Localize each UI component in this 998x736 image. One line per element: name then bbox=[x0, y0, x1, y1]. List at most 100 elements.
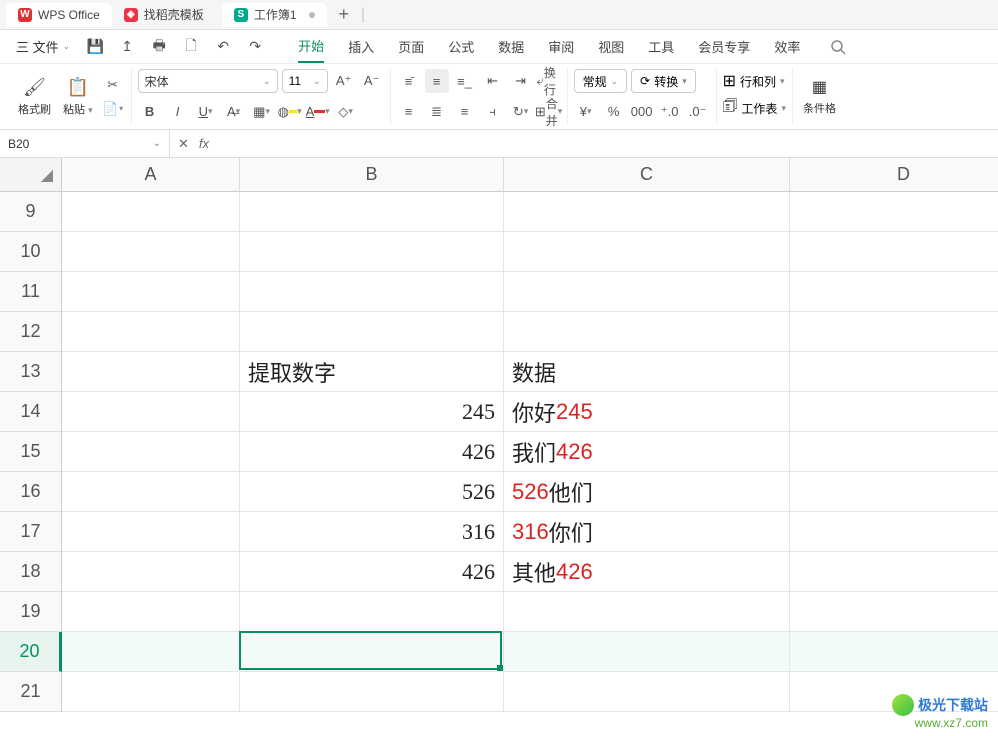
new-tab-button[interactable]: + bbox=[327, 4, 362, 25]
tab-close-icon[interactable] bbox=[309, 12, 315, 18]
cell-B9[interactable] bbox=[240, 192, 504, 232]
tab-efficiency[interactable]: 效率 bbox=[774, 31, 800, 62]
cell-B20[interactable] bbox=[240, 632, 504, 672]
cell-D12[interactable] bbox=[790, 312, 998, 352]
cell-A9[interactable] bbox=[62, 192, 240, 232]
tab-insert[interactable]: 插入 bbox=[348, 31, 374, 62]
col-header-C[interactable]: C bbox=[504, 158, 790, 192]
cell-B10[interactable] bbox=[240, 232, 504, 272]
cell-B13[interactable]: 提取数字 bbox=[240, 352, 504, 392]
undo-icon[interactable]: ↶ bbox=[210, 34, 236, 60]
tab-tools[interactable]: 工具 bbox=[648, 31, 674, 62]
dec-decimal-icon[interactable]: .0⁻ bbox=[686, 100, 710, 124]
preview-icon[interactable]: 🗋 bbox=[178, 34, 204, 60]
cell-B15[interactable]: 426 bbox=[240, 432, 504, 472]
wrap-button[interactable]: ⤶ 换行 bbox=[537, 69, 561, 93]
indent-dec-icon[interactable]: ⇤ bbox=[481, 69, 505, 93]
cell-B14[interactable]: 245 bbox=[240, 392, 504, 432]
increase-font-icon[interactable]: A⁺ bbox=[332, 69, 356, 93]
name-box[interactable]: B20 ⌄ bbox=[0, 130, 170, 157]
tab-data[interactable]: 数据 bbox=[498, 31, 524, 62]
cell-D14[interactable] bbox=[790, 392, 998, 432]
export-icon[interactable]: ↥ bbox=[114, 34, 140, 60]
tab-formula[interactable]: 公式 bbox=[448, 31, 474, 62]
cell-C11[interactable] bbox=[504, 272, 790, 312]
cell-D11[interactable] bbox=[790, 272, 998, 312]
tab-view[interactable]: 视图 bbox=[598, 31, 624, 62]
row-header-11[interactable]: 11 bbox=[0, 272, 62, 312]
cell-C9[interactable] bbox=[504, 192, 790, 232]
font-size-select[interactable]: 11⌄ bbox=[282, 69, 328, 93]
cell-C13[interactable]: 数据 bbox=[504, 352, 790, 392]
file-menu[interactable]: 三 文件⌄ bbox=[10, 37, 76, 56]
fx-icon[interactable]: fx bbox=[199, 136, 209, 151]
border-icon[interactable]: ▦▾ bbox=[250, 100, 274, 124]
cell-area[interactable]: 提取数字数据245你好245426我们426526526他们316316你们42… bbox=[62, 192, 998, 712]
row-header-9[interactable]: 9 bbox=[0, 192, 62, 232]
cell-C14[interactable]: 你好245 bbox=[504, 392, 790, 432]
convert-button[interactable]: ⟳ 转换▾ bbox=[631, 69, 696, 93]
cell-A10[interactable] bbox=[62, 232, 240, 272]
col-header-D[interactable]: D bbox=[790, 158, 998, 192]
app-tab-template[interactable]: ◈ 找稻壳模板 bbox=[112, 3, 216, 27]
italic-icon[interactable]: I bbox=[166, 100, 190, 124]
percent-icon[interactable]: % bbox=[602, 100, 626, 124]
font-color-icon[interactable]: A▾ bbox=[306, 100, 330, 124]
inc-decimal-icon[interactable]: ⁺.0 bbox=[658, 100, 682, 124]
select-all-corner[interactable]: ◢ bbox=[0, 158, 62, 192]
rowcol-button[interactable]: ⊞行和列▾ bbox=[723, 71, 786, 91]
spreadsheet-grid[interactable]: ◢ ABCD 9101112131415161718192021 提取数字数据2… bbox=[0, 158, 998, 736]
cell-D19[interactable] bbox=[790, 592, 998, 632]
row-header-20[interactable]: 20 bbox=[0, 632, 62, 672]
underline-icon[interactable]: U▾ bbox=[194, 100, 218, 124]
align-left-icon[interactable]: ≡ bbox=[397, 100, 421, 124]
cell-B18[interactable]: 426 bbox=[240, 552, 504, 592]
cond-format-button[interactable]: ▦条件格 bbox=[799, 75, 840, 118]
app-tab-workbook[interactable]: S 工作簿1 bbox=[222, 3, 327, 27]
font-family-select[interactable]: 宋体⌄ bbox=[138, 69, 278, 93]
cell-D13[interactable] bbox=[790, 352, 998, 392]
strike-icon[interactable]: A̶▾ bbox=[222, 100, 246, 124]
cell-C16[interactable]: 526他们 bbox=[504, 472, 790, 512]
thousands-icon[interactable]: 000 bbox=[630, 100, 654, 124]
fill-color-icon[interactable]: ◍▾ bbox=[278, 100, 302, 124]
align-right-icon[interactable]: ≡ bbox=[453, 100, 477, 124]
cell-D16[interactable] bbox=[790, 472, 998, 512]
tab-start[interactable]: 开始 bbox=[298, 30, 324, 63]
print-icon[interactable]: 🖶 bbox=[146, 34, 172, 60]
formula-input[interactable] bbox=[219, 136, 990, 151]
cell-C10[interactable] bbox=[504, 232, 790, 272]
cell-D20[interactable] bbox=[790, 632, 998, 672]
cell-B21[interactable] bbox=[240, 672, 504, 712]
bold-icon[interactable]: B bbox=[138, 100, 162, 124]
merge-button[interactable]: ⊞ 合并▾ bbox=[537, 100, 561, 124]
cell-A11[interactable] bbox=[62, 272, 240, 312]
format-brush-button[interactable]: 🖌格式刷 bbox=[14, 75, 55, 119]
row-header-21[interactable]: 21 bbox=[0, 672, 62, 712]
col-header-A[interactable]: A bbox=[62, 158, 240, 192]
tab-vip[interactable]: 会员专享 bbox=[698, 31, 750, 62]
row-header-19[interactable]: 19 bbox=[0, 592, 62, 632]
align-center-icon[interactable]: ≣ bbox=[425, 100, 449, 124]
tab-review[interactable]: 审阅 bbox=[548, 31, 574, 62]
cell-D17[interactable] bbox=[790, 512, 998, 552]
cell-A12[interactable] bbox=[62, 312, 240, 352]
cell-A13[interactable] bbox=[62, 352, 240, 392]
row-header-18[interactable]: 18 bbox=[0, 552, 62, 592]
cell-A16[interactable] bbox=[62, 472, 240, 512]
worksheet-button[interactable]: 🗊工作表▾ bbox=[723, 95, 786, 122]
align-middle-icon[interactable]: ≡ bbox=[425, 69, 449, 93]
row-header-10[interactable]: 10 bbox=[0, 232, 62, 272]
distribute-icon[interactable]: ⫞ bbox=[481, 100, 505, 124]
currency-icon[interactable]: ¥▾ bbox=[574, 100, 598, 124]
save-icon[interactable]: 💾 bbox=[82, 34, 108, 60]
cell-B19[interactable] bbox=[240, 592, 504, 632]
cell-B16[interactable]: 526 bbox=[240, 472, 504, 512]
cell-A15[interactable] bbox=[62, 432, 240, 472]
clear-format-icon[interactable]: ◇▾ bbox=[334, 100, 358, 124]
row-header-15[interactable]: 15 bbox=[0, 432, 62, 472]
cell-C20[interactable] bbox=[504, 632, 790, 672]
row-header-16[interactable]: 16 bbox=[0, 472, 62, 512]
search-icon[interactable] bbox=[830, 39, 846, 55]
cell-D9[interactable] bbox=[790, 192, 998, 232]
